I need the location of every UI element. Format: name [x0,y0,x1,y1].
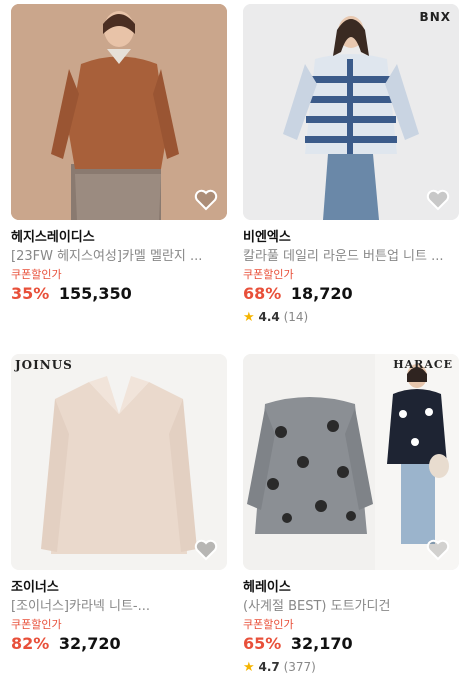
rating: ★ 4.4 (14) [243,308,459,327]
product-card[interactable]: BNX 비엔엑스 칼라풀 데일리 라운드 버튼업 니트 ... 쿠폰할인가 68… [243,4,459,327]
striped-cardigan-model-image [243,4,459,220]
price-row: 65% 32,170 [243,633,459,655]
star-icon: ★ [243,310,255,325]
product-title[interactable]: [23FW 헤지스여성]카멜 멜란지 ... [11,247,221,266]
heart-outline-icon[interactable] [194,189,218,211]
coupon-label: 쿠폰할인가 [11,268,62,281]
brand-logo: JOINUS [15,358,73,372]
discount-rate: 65% [243,634,282,653]
product-card[interactable]: JOINUS 조이너스 [조이너스]카라넥 니트-... 쿠폰할인가 82% 3… [11,354,227,655]
rating: ★ 4.7 (377) [243,658,459,677]
product-image[interactable]: HARACE [243,354,459,570]
heart-outline-icon[interactable] [426,189,450,211]
heart-outline-icon[interactable] [194,539,218,561]
discount-rate: 82% [11,634,50,653]
rating-value: 4.4 [258,310,280,324]
coupon-label: 쿠폰할인가 [243,618,294,631]
rating-value: 4.7 [258,660,280,674]
heart-outline-icon[interactable] [426,539,450,561]
star-icon: ★ [243,660,255,675]
brand-name[interactable]: 비엔엑스 [243,229,459,247]
product-title[interactable]: (사계절 BEST) 도트가디건 [243,597,453,616]
product-image[interactable]: BNX [243,4,459,220]
discount-rate: 35% [11,284,50,303]
brown-cardigan-model-image [11,4,227,220]
product-card[interactable]: HARACE 헤레이스 (사계절 BEST) 도트가디건 쿠폰할인가 65% 3… [243,354,459,677]
product-title[interactable]: [조이너스]카라넥 니트-... [11,597,221,616]
discount-rate: 68% [243,284,282,303]
brand-logo: BNX [419,10,451,24]
review-count: (377) [283,660,316,674]
product-image[interactable] [11,4,227,220]
price: 18,720 [290,284,353,303]
beige-collar-knit-image [11,354,227,570]
product-image[interactable]: JOINUS [11,354,227,570]
gray-dot-cardigan-image [243,354,459,570]
coupon-label: 쿠폰할인가 [11,618,62,631]
price: 32,720 [58,634,121,653]
price: 155,350 [58,284,132,303]
price-row: 82% 32,720 [11,633,227,655]
brand-name[interactable]: 조이너스 [11,579,227,597]
product-grid: 헤지스레이디스 [23FW 헤지스여성]카멜 멜란지 ... 쿠폰할인가 35%… [0,0,469,677]
brand-logo: HARACE [393,358,453,371]
price-row: 35% 155,350 [11,283,227,305]
brand-name[interactable]: 헤레이스 [243,579,459,597]
product-title[interactable]: 칼라풀 데일리 라운드 버튼업 니트 ... [243,247,453,266]
coupon-label: 쿠폰할인가 [243,268,294,281]
review-count: (14) [283,310,309,324]
brand-name[interactable]: 헤지스레이디스 [11,229,227,247]
price-row: 68% 18,720 [243,283,459,305]
price: 32,170 [290,634,353,653]
product-card[interactable]: 헤지스레이디스 [23FW 헤지스여성]카멜 멜란지 ... 쿠폰할인가 35%… [11,4,227,305]
